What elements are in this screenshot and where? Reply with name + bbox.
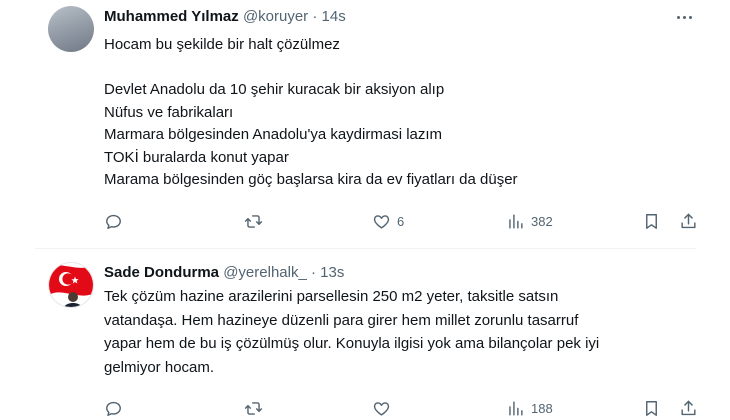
tweet[interactable]: Sade Dondurma @yerelhalk_ · 13s Tek çözü…: [0, 249, 730, 420]
tweet-text: Tek çözüm hazine arazilerini parsellesin…: [104, 285, 664, 379]
action-bar: 188: [104, 397, 698, 419]
separator: ·: [310, 264, 316, 281]
view-count: 188: [531, 400, 553, 416]
tweet-text-line: yapar hem de bu iş çözülmüş olur. Konuyl…: [104, 335, 600, 352]
tweet-text-line: Tek çözüm hazine arazilerini parsellesin…: [104, 288, 559, 305]
handle[interactable]: @koruyer: [243, 8, 308, 25]
more-icon[interactable]: [673, 7, 695, 27]
timestamp[interactable]: 14s: [322, 8, 346, 25]
avatar[interactable]: [48, 262, 94, 308]
tweet-text-line: vatandaşa. Hem hazineye düzenli para gir…: [104, 311, 579, 329]
like-count: 6: [397, 213, 405, 229]
display-name[interactable]: Muhammed Yılmaz: [104, 8, 239, 25]
views-button[interactable]: 382: [506, 210, 553, 232]
share-button[interactable]: [679, 210, 698, 232]
tweet[interactable]: Muhammed Yılmaz @koruyer · 14s Hocam bu …: [0, 0, 730, 249]
bookmark-icon: [646, 400, 657, 416]
tweet-text-line: Marama bölgesinden göç başlarsa kira da …: [104, 171, 518, 188]
share-icon: [681, 400, 696, 415]
tweet-text-line: TOKİ buralarda konut yapar: [104, 148, 289, 166]
like-button[interactable]: [372, 397, 391, 419]
retweet-icon: [244, 214, 263, 228]
reply-button[interactable]: [104, 397, 123, 419]
tweet-text: Hocam bu şekilde bir halt çözülmez Devle…: [104, 34, 664, 192]
tweet-header: Muhammed Yılmaz @koruyer · 14s: [104, 7, 346, 27]
tweet-header: Sade Dondurma @yerelhalk_ · 13s: [104, 263, 344, 283]
retweet-button[interactable]: [244, 397, 263, 419]
heart-icon: [373, 401, 390, 416]
reply-icon: [106, 214, 121, 229]
heart-icon: [373, 214, 390, 229]
retweet-icon: [244, 401, 263, 415]
timestamp[interactable]: 13s: [320, 264, 344, 281]
tweet-text-line: Hocam bu şekilde bir halt çözülmez: [104, 36, 340, 53]
avatar[interactable]: [48, 6, 94, 52]
reply-icon: [106, 401, 121, 416]
reply-button[interactable]: [104, 210, 123, 232]
view-count: 382: [531, 213, 553, 229]
share-icon: [681, 213, 696, 228]
retweet-button[interactable]: [244, 210, 263, 232]
like-button[interactable]: 6: [372, 210, 404, 232]
views-icon: [509, 213, 523, 229]
tweet-text-line: Nüfus ve fabrikaları: [104, 103, 234, 121]
share-button[interactable]: [679, 397, 698, 419]
bookmark-button[interactable]: [642, 210, 661, 232]
tweet-text-line: Devlet Anadolu da 10 şehir kuracak bir a…: [104, 81, 445, 98]
separator: ·: [312, 8, 318, 25]
views-button[interactable]: 188: [506, 397, 553, 419]
bookmark-icon: [646, 213, 657, 229]
flag-avatar-icon: [49, 263, 93, 307]
display-name[interactable]: Sade Dondurma: [104, 264, 219, 281]
tweet-text-line: [104, 57, 664, 80]
handle[interactable]: @yerelhalk_: [223, 264, 307, 281]
tweet-text-line: Marmara bölgesinden Anadolu'ya kaydirmas…: [104, 126, 443, 143]
tweet-text-line: gelmiyor hocam.: [104, 358, 215, 376]
bookmark-button[interactable]: [642, 397, 661, 419]
views-icon: [509, 400, 523, 416]
action-bar: 6 382: [104, 210, 698, 232]
